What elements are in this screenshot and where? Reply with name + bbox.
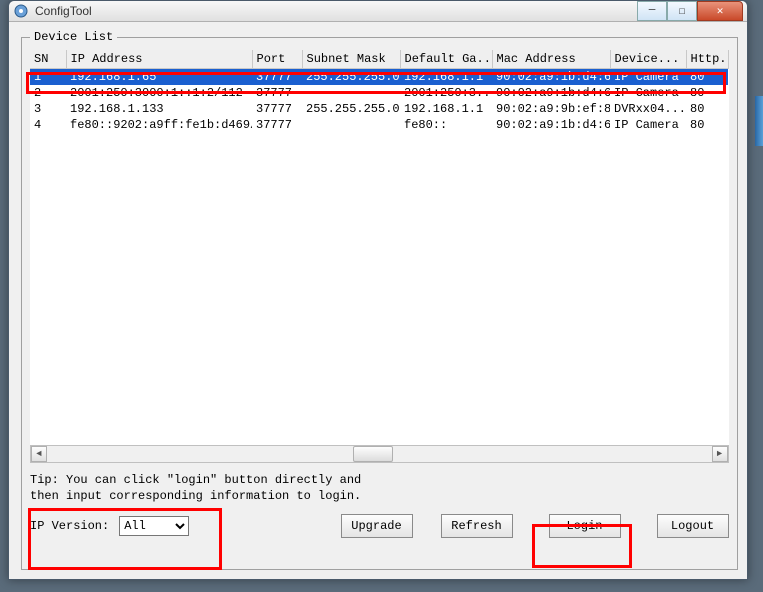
cell-http: 80 bbox=[686, 101, 728, 117]
cell-gateway: 2001:250:3... bbox=[400, 85, 492, 101]
scroll-left-arrow[interactable]: ◄ bbox=[31, 446, 47, 462]
cell-ip: 192.168.1.133 bbox=[66, 101, 252, 117]
cell-mac: 90:02:a9:1b:d4:69 bbox=[492, 117, 610, 133]
cell-mac: 90:02:a9:1b:d4:69 bbox=[492, 69, 610, 86]
col-http[interactable]: Http... bbox=[686, 50, 728, 69]
ipversion-select[interactable]: AllIPv4IPv6 bbox=[119, 516, 189, 536]
cell-sn: 4 bbox=[30, 117, 66, 133]
cell-sn: 2 bbox=[30, 85, 66, 101]
cell-ip: 192.168.1.65 bbox=[66, 69, 252, 86]
scroll-thumb[interactable] bbox=[353, 446, 393, 462]
col-gateway[interactable]: Default Ga... bbox=[400, 50, 492, 69]
app-icon bbox=[13, 3, 29, 19]
table-row[interactable]: 22001:250:3000:1::1:2/11237777 2001:250:3… bbox=[30, 85, 728, 101]
background-accent bbox=[755, 96, 763, 146]
scroll-track[interactable] bbox=[47, 446, 712, 462]
minimize-button[interactable]: ─ bbox=[637, 1, 667, 21]
device-list-legend: Device List bbox=[30, 30, 117, 44]
logout-button[interactable]: Logout bbox=[657, 514, 729, 538]
ipversion-label: IP Version: bbox=[30, 519, 109, 533]
cell-mac: 90:02:a9:1b:d4:69 bbox=[492, 85, 610, 101]
cell-mac: 90:02:a9:9b:ef:85 bbox=[492, 101, 610, 117]
table-row[interactable]: 4fe80::9202:a9ff:fe1b:d469/6437777 fe80::… bbox=[30, 117, 728, 133]
bottom-controls: IP Version: AllIPv4IPv6 Upgrade Refresh … bbox=[30, 514, 729, 538]
cell-subnet bbox=[302, 117, 400, 133]
scroll-right-arrow[interactable]: ► bbox=[712, 446, 728, 462]
table-row[interactable]: 1192.168.1.6537777255.255.255.0192.168.1… bbox=[30, 69, 728, 86]
cell-device: IP Camera bbox=[610, 69, 686, 86]
cell-gateway: fe80:: bbox=[400, 117, 492, 133]
cell-port: 37777 bbox=[252, 101, 302, 117]
cell-sn: 3 bbox=[30, 101, 66, 117]
cell-device: IP Camera bbox=[610, 117, 686, 133]
cell-gateway: 192.168.1.1 bbox=[400, 101, 492, 117]
tip-text: Tip: You can click "login" button direct… bbox=[30, 473, 729, 504]
main-window: ConfigTool ─ ☐ ✕ Device List SN bbox=[8, 0, 748, 580]
device-table: SN IP Address Port Subnet Mask Default G… bbox=[30, 50, 729, 133]
cell-device: DVRxx04... bbox=[610, 101, 686, 117]
cell-device: IP Camera bbox=[610, 85, 686, 101]
login-button[interactable]: Login bbox=[549, 514, 621, 538]
horizontal-scrollbar[interactable]: ◄ ► bbox=[30, 445, 729, 463]
device-table-container: SN IP Address Port Subnet Mask Default G… bbox=[30, 50, 729, 445]
cell-gateway: 192.168.1.1 bbox=[400, 69, 492, 86]
cell-subnet: 255.255.255.0 bbox=[302, 101, 400, 117]
cell-port: 37777 bbox=[252, 85, 302, 101]
col-ip[interactable]: IP Address bbox=[66, 50, 252, 69]
cell-ip: fe80::9202:a9ff:fe1b:d469/64 bbox=[66, 117, 252, 133]
cell-port: 37777 bbox=[252, 69, 302, 86]
cell-http: 80 bbox=[686, 85, 728, 101]
window-title: ConfigTool bbox=[35, 4, 637, 18]
client-area: Device List SN IP Address Port Subnet Ma… bbox=[9, 22, 747, 586]
col-sn[interactable]: SN bbox=[30, 50, 66, 69]
cell-ip: 2001:250:3000:1::1:2/112 bbox=[66, 85, 252, 101]
titlebar[interactable]: ConfigTool ─ ☐ ✕ bbox=[9, 1, 747, 22]
cell-sn: 1 bbox=[30, 69, 66, 86]
col-mac[interactable]: Mac Address bbox=[492, 50, 610, 69]
device-list-group: Device List SN IP Address Port Subnet Ma… bbox=[21, 30, 738, 570]
cell-http: 80 bbox=[686, 117, 728, 133]
table-row[interactable]: 3192.168.1.13337777255.255.255.0192.168.… bbox=[30, 101, 728, 117]
cell-http: 80 bbox=[686, 69, 728, 86]
col-port[interactable]: Port bbox=[252, 50, 302, 69]
table-header-row[interactable]: SN IP Address Port Subnet Mask Default G… bbox=[30, 50, 728, 69]
upgrade-button[interactable]: Upgrade bbox=[341, 514, 413, 538]
close-button[interactable]: ✕ bbox=[697, 1, 743, 21]
cell-subnet bbox=[302, 85, 400, 101]
col-subnet[interactable]: Subnet Mask bbox=[302, 50, 400, 69]
refresh-button[interactable]: Refresh bbox=[441, 514, 513, 538]
maximize-button[interactable]: ☐ bbox=[667, 1, 697, 21]
cell-port: 37777 bbox=[252, 117, 302, 133]
cell-subnet: 255.255.255.0 bbox=[302, 69, 400, 86]
col-device[interactable]: Device... bbox=[610, 50, 686, 69]
